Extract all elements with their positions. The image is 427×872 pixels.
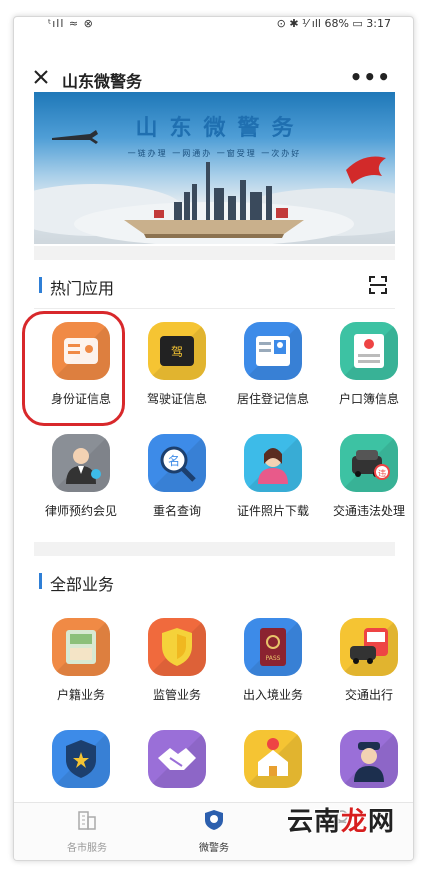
grid-item[interactable]: 户口簿信息: [321, 322, 413, 422]
police-badge-icon: [52, 730, 110, 788]
svg-text:PASS: PASS: [266, 655, 281, 662]
grid-item-label: 律师预约会见: [44, 504, 117, 518]
banner-title: 山东微警务: [135, 116, 306, 141]
battery-clock: ⊙ ✱ ⅟ ıll 68% ▭ 3:17: [276, 17, 391, 30]
svg-text:违: 违: [378, 469, 386, 478]
passport-icon: PASS: [244, 618, 302, 676]
driver-license-icon: 驾: [148, 322, 206, 380]
lawyer-icon: [52, 434, 110, 492]
grid-item[interactable]: 证件照片下载: [225, 434, 321, 534]
grid-item-label: 重名查询: [152, 504, 201, 518]
svg-text:驾: 驾: [171, 345, 183, 359]
all-services-header: 全部业务: [34, 561, 395, 601]
household-book-icon: [340, 322, 398, 380]
section-divider: [34, 246, 395, 260]
page-title: 山东微警务: [62, 72, 143, 91]
grid-item[interactable]: 户籍业务: [33, 618, 129, 718]
hot-apps-title: 热门应用: [50, 279, 115, 298]
banner-image[interactable]: 山东微警务 一链办理 一网通办 一窗受理 一次办好: [34, 92, 395, 244]
grid-item[interactable]: 居住登记信息: [225, 322, 321, 422]
close-icon[interactable]: [32, 68, 50, 86]
household-registration-icon: [52, 618, 110, 676]
section-divider: [34, 542, 395, 556]
scan-icon[interactable]: [369, 276, 387, 294]
watermark-text: 网: [367, 807, 395, 837]
watermark: 云南龙网: [287, 801, 395, 838]
city-building-icon: [78, 811, 96, 830]
status-bar: ᵗıll ≈ ⊗ ⊙ ✱ ⅟ ıll 68% ▭ 3:17: [14, 17, 413, 35]
watermark-text: 龙: [340, 807, 368, 837]
grid-item-label: 户籍业务: [56, 688, 105, 702]
residence-card-icon: [244, 322, 302, 380]
tab-micro-police[interactable]: 微警务: [164, 809, 264, 854]
svg-text:名: 名: [168, 453, 180, 468]
grid-item-label: 交通违法处理: [332, 504, 405, 518]
divider: [34, 308, 395, 309]
handshake-icon: [148, 730, 206, 788]
grid-item[interactable]: 驾驾驶证信息: [129, 322, 225, 422]
watermark-text: 云南: [286, 807, 341, 837]
traffic-violation-icon: 违: [340, 434, 398, 492]
grid-item[interactable]: 名重名查询: [129, 434, 225, 534]
grid-item[interactable]: 监管业务: [129, 618, 225, 718]
highlight-circle: [22, 311, 125, 426]
grid-item-label: 驾驶证信息: [146, 392, 207, 406]
police-shield-icon: [205, 810, 223, 830]
section-accent-bar: [39, 573, 42, 589]
grid-item-label: 出入境业务: [242, 688, 303, 702]
more-menu-button[interactable]: •••: [350, 65, 391, 89]
tab-label: 各市服务: [67, 843, 107, 854]
grid-item-label: 监管业务: [152, 688, 201, 702]
grid-item[interactable]: 律师预约会见: [33, 434, 129, 534]
name-search-icon: 名: [148, 434, 206, 492]
all-services-title: 全部业务: [50, 575, 115, 594]
tab-label: 微警务: [199, 843, 229, 854]
hot-apps-header: 热门应用: [34, 265, 395, 305]
police-officer-icon: [340, 730, 398, 788]
grid-item-label: 证件照片下载: [236, 504, 309, 518]
grid-item[interactable]: 违交通违法处理: [321, 434, 413, 534]
traffic-icon: [340, 618, 398, 676]
banner-subtitle: 一链办理 一网通办 一窗受理 一次办好: [127, 149, 302, 158]
tab-city-services[interactable]: 各市服务: [37, 809, 137, 854]
shield-supervision-icon: [148, 618, 206, 676]
section-accent-bar: [39, 277, 42, 293]
grid-item[interactable]: PASS 出入境业务: [225, 618, 321, 718]
photo-download-icon: [244, 434, 302, 492]
grid-item-label: 户口簿信息: [338, 392, 399, 406]
grid-item-label: 居住登记信息: [236, 392, 309, 406]
phone-frame: ᵗıll ≈ ⊗ ⊙ ✱ ⅟ ıll 68% ▭ 3:17 山东微警务 •••: [13, 16, 414, 861]
signal-wifi-indicators: ᵗıll ≈ ⊗: [48, 17, 94, 30]
home-location-icon: [244, 730, 302, 788]
grid-item-label: 交通出行: [344, 688, 393, 702]
grid-item[interactable]: 交通出行: [321, 618, 413, 718]
